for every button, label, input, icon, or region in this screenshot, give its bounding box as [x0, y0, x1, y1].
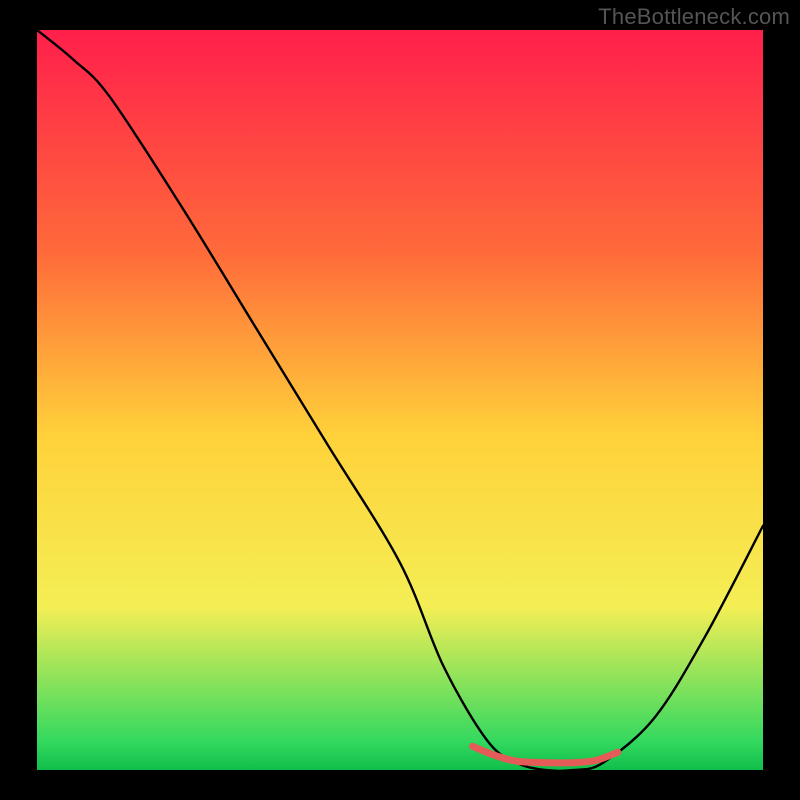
bottleneck-chart — [37, 30, 763, 770]
gradient-background — [37, 30, 763, 770]
watermark-text: TheBottleneck.com — [598, 4, 790, 30]
chart-frame: TheBottleneck.com — [0, 0, 800, 800]
plot-area — [37, 30, 763, 770]
